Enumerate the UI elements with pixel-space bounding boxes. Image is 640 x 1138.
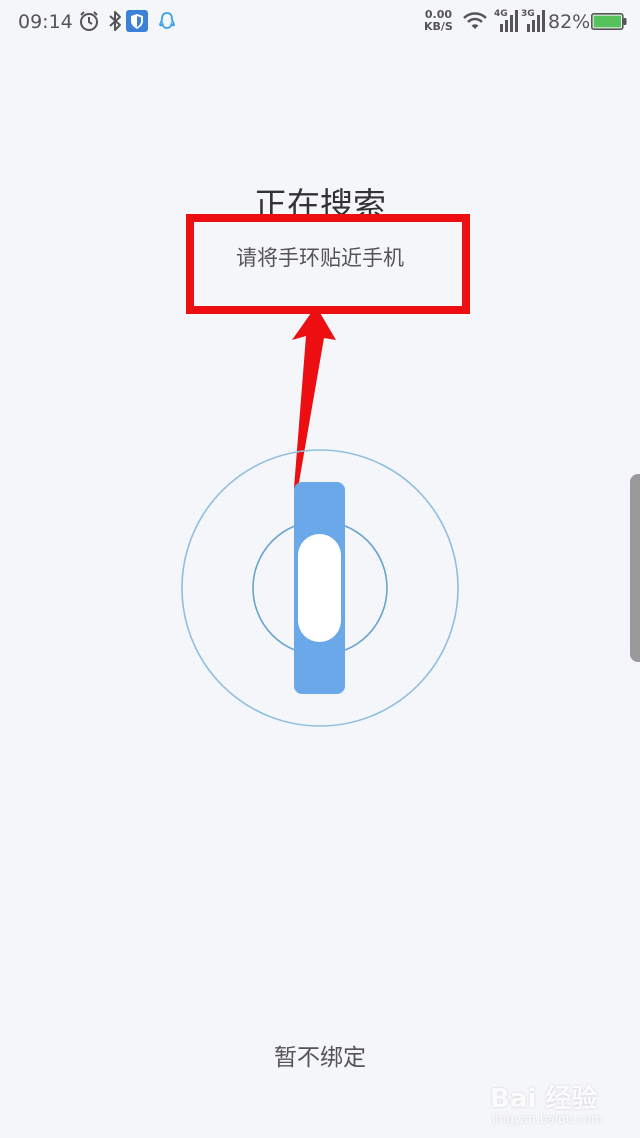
alarm-icon (80, 11, 98, 31)
watermark-brand: Bai 经验 (490, 1084, 598, 1114)
battery-icon (591, 13, 627, 30)
battery-percent: 82% (548, 11, 591, 33)
net-speed: 0.00 KB/S (424, 9, 453, 33)
battery-fill (593, 15, 621, 28)
fitness-band-icon (294, 482, 345, 694)
signal-icon-4g: 4G (494, 9, 520, 34)
instruction-text: 请将手环贴近手机 (236, 246, 404, 270)
skip-binding-button[interactable]: 暂不绑定 (220, 1038, 420, 1072)
signal-bars-icon (527, 10, 545, 32)
band-search-illustration (181, 449, 459, 727)
net-speed-unit: KB/S (424, 20, 453, 33)
signal-bars-icon (500, 10, 518, 32)
qq-icon (159, 12, 175, 29)
status-time: 09:14 (18, 11, 73, 33)
wifi-icon (463, 12, 487, 29)
signal-icon-3g: 3G (521, 9, 547, 34)
shield-icon (126, 10, 148, 32)
baidu-jingyan-watermark: Bai 经验 jingyan.baidu.com (490, 1064, 630, 1134)
screen: 09:14 0.00 KB/S 4G 3G 82% 正在搜索 请将手环贴近手机 … (0, 0, 640, 1138)
side-edge-handle[interactable] (630, 474, 640, 662)
bluetooth-icon (109, 11, 121, 31)
watermark-url: jingyan.baidu.com (492, 1112, 603, 1126)
status-bar: 09:14 0.00 KB/S 4G 3G 82% (0, 0, 640, 46)
